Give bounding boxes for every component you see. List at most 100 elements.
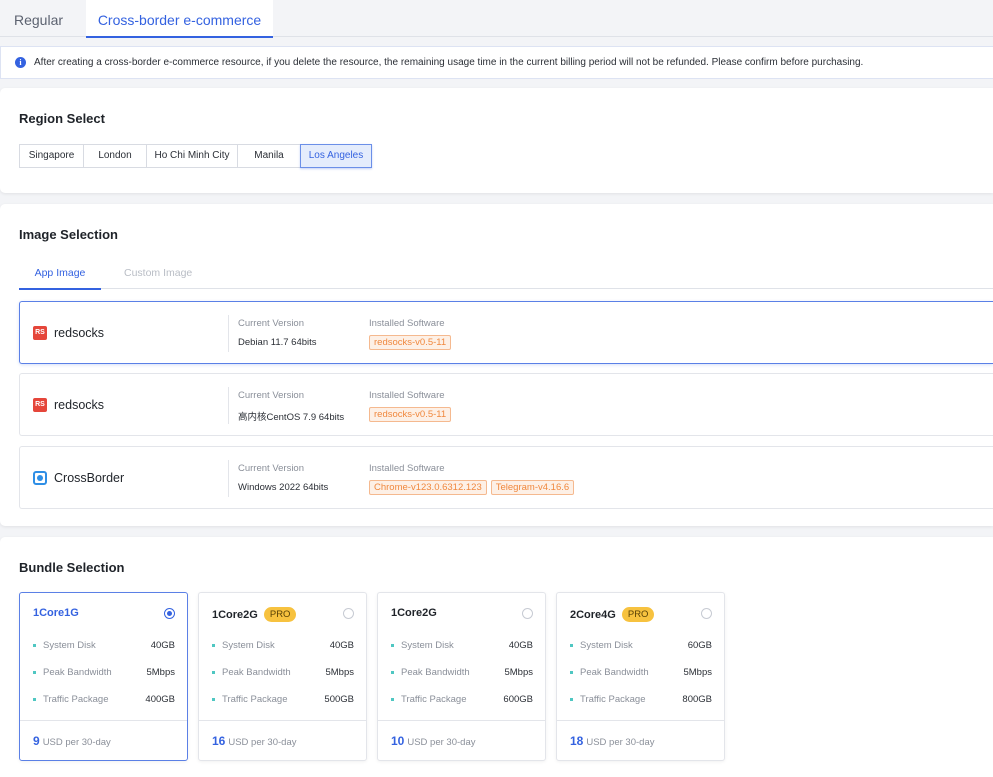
divider <box>378 720 545 721</box>
version-label: Current Version <box>238 390 305 401</box>
bundle-name: 1Core2G <box>391 607 437 619</box>
info-icon: i <box>15 57 26 68</box>
bundle-price: 10 USD per 30-day <box>391 734 475 748</box>
version-value: Debian 11.7 64bits <box>238 337 317 348</box>
spec-peak-bandwidth: Peak Bandwidth 5Mbps <box>33 666 175 680</box>
bullet-icon <box>570 671 573 674</box>
bundle-radio[interactable] <box>343 608 354 619</box>
spec-value: 500GB <box>324 694 354 705</box>
spec-value: 60GB <box>687 640 712 651</box>
region-manila[interactable]: Manila <box>237 144 301 168</box>
image-name: redsocks <box>54 398 105 412</box>
bundle-radio[interactable] <box>164 608 175 619</box>
image-tabs: App Image Custom Image <box>19 265 993 290</box>
bundle-name: 1Core2G PRO <box>212 607 297 622</box>
spec-traffic-package: Traffic Package 400GB <box>33 693 175 707</box>
notice-text: After creating a cross-border e-commerce… <box>34 57 864 68</box>
divider <box>228 315 229 352</box>
spec-value: 40GB <box>508 640 533 651</box>
region-options: Singapore London Ho Chi Minh City Manila… <box>19 144 372 168</box>
region-los-angeles[interactable]: Los Angeles <box>300 144 372 168</box>
spec-traffic-package: Traffic Package 500GB <box>212 693 354 707</box>
spec-label: Peak Bandwidth <box>43 667 112 678</box>
bundle-card-1core1g[interactable]: 1Core1G System Disk 40GB Peak Bandwidth 5M… <box>19 592 188 761</box>
image-title: Image Selection <box>19 227 118 242</box>
version-value: Windows 2022 64bits <box>238 482 329 493</box>
spec-label: Traffic Package <box>222 694 288 705</box>
spec-system-disk: System Disk 40GB <box>212 639 354 653</box>
price-suffix: USD per 30-day <box>42 737 111 748</box>
bundle-price: 9 USD per 30-day <box>33 734 111 748</box>
spec-value: 5Mbps <box>325 667 354 678</box>
bundle-radio[interactable] <box>522 608 533 619</box>
spec-system-disk: System Disk 40GB <box>391 639 533 653</box>
software-label: Installed Software <box>369 318 445 329</box>
bullet-icon <box>212 698 215 701</box>
spec-value: 5Mbps <box>683 667 712 678</box>
spec-value: 800GB <box>682 694 712 705</box>
software-tag: redsocks-v0.5-11 <box>369 407 452 422</box>
spec-value: 40GB <box>329 640 354 651</box>
tab-custom-image[interactable]: Custom Image <box>124 265 192 289</box>
notice-banner: i After creating a cross-border e-commer… <box>0 46 993 79</box>
bundle-card-1core2g-pro[interactable]: 1Core2G PRO System Disk 40GB Peak Bandwidt… <box>198 592 367 761</box>
bundle-radio[interactable] <box>701 608 712 619</box>
spec-label: Peak Bandwidth <box>401 667 470 678</box>
pro-badge: PRO <box>263 607 297 622</box>
tab-app-image[interactable]: App Image <box>19 265 101 290</box>
spec-label: Peak Bandwidth <box>580 667 649 678</box>
image-card-redsocks-debian[interactable]: RS redsocks Current Version Debian 11.7 … <box>19 301 993 364</box>
spec-value: 40GB <box>150 640 175 651</box>
bundle-card-1core2g[interactable]: 1Core2G System Disk 40GB Peak Bandwidth 5M… <box>377 592 546 761</box>
divider <box>557 720 724 721</box>
bundle-name-text: 1Core1G <box>33 607 79 619</box>
spec-label: Peak Bandwidth <box>222 667 291 678</box>
version-value: 高内核CentOS 7.9 64bits <box>238 412 345 423</box>
image-card-redsocks-centos[interactable]: RS redsocks Current Version 高内核CentOS 7.… <box>19 373 993 436</box>
software-label: Installed Software <box>369 390 445 401</box>
image-name: CrossBorder <box>54 471 125 485</box>
bundle-title: Bundle Selection <box>19 560 125 575</box>
region-london[interactable]: London <box>83 144 147 168</box>
bundle-name: 2Core4G PRO <box>570 607 655 622</box>
spec-label: System Disk <box>401 640 454 651</box>
bundle-name-text: 1Core2G <box>391 607 437 619</box>
bullet-icon <box>391 644 394 647</box>
spec-label: System Disk <box>222 640 275 651</box>
spec-traffic-package: Traffic Package 600GB <box>391 693 533 707</box>
bullet-icon <box>570 698 573 701</box>
bundle-name-text: 2Core4G <box>570 608 616 621</box>
redsocks-logo-icon: RS <box>33 398 47 412</box>
bundle-price: 16 USD per 30-day <box>212 734 296 748</box>
image-name: redsocks <box>54 326 105 340</box>
region-ho-chi-minh[interactable]: Ho Chi Minh City <box>146 144 238 168</box>
tab-regular[interactable]: Regular <box>14 0 63 37</box>
software-tag: Telegram-v4.16.6 <box>490 480 575 495</box>
spec-traffic-package: Traffic Package 800GB <box>570 693 712 707</box>
region-singapore[interactable]: Singapore <box>19 144 84 168</box>
software-label: Installed Software <box>369 463 445 474</box>
divider <box>228 460 229 497</box>
spec-peak-bandwidth: Peak Bandwidth 5Mbps <box>391 666 533 680</box>
spec-label: System Disk <box>43 640 96 651</box>
image-card-crossborder[interactable]: CrossBorder Current Version Windows 2022… <box>19 446 993 509</box>
software-tag: Chrome-v123.0.6312.123 <box>369 480 487 495</box>
bullet-icon <box>212 671 215 674</box>
spec-value: 600GB <box>503 694 533 705</box>
price-amount: 18 <box>570 734 584 748</box>
tab-cross-border[interactable]: Cross-border e-commerce <box>86 0 273 38</box>
spec-peak-bandwidth: Peak Bandwidth 5Mbps <box>212 666 354 680</box>
version-label: Current Version <box>238 318 305 329</box>
spec-value: 5Mbps <box>146 667 175 678</box>
price-suffix: USD per 30-day <box>228 737 297 748</box>
redsocks-logo-icon: RS <box>33 326 47 340</box>
crossborder-logo-icon <box>33 471 47 485</box>
price-amount: 9 <box>33 734 40 748</box>
price-suffix: USD per 30-day <box>586 737 655 748</box>
version-label: Current Version <box>238 463 305 474</box>
image-panel: Image Selection App Image Custom Image R… <box>0 204 993 526</box>
region-title: Region Select <box>19 111 105 126</box>
top-tabs: Regular Cross-border e-commerce <box>0 0 993 38</box>
bundle-card-2core4g-pro[interactable]: 2Core4G PRO System Disk 60GB Peak Bandwidt… <box>556 592 725 761</box>
pro-badge: PRO <box>621 607 655 622</box>
